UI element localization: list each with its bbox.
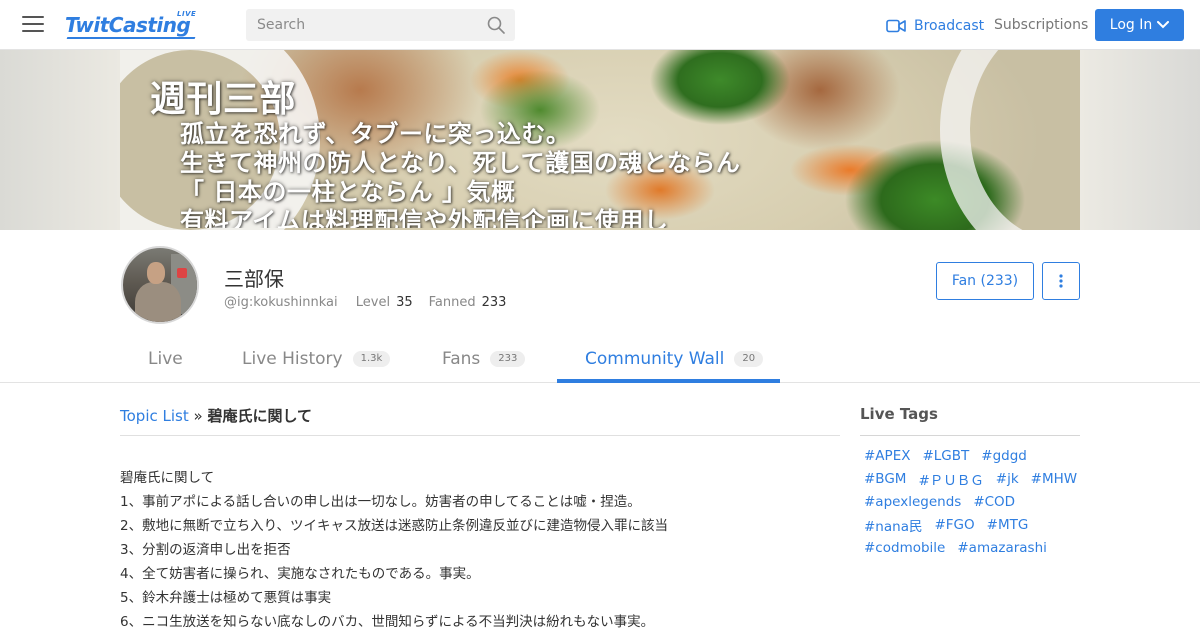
tab-label: Live History bbox=[242, 349, 343, 369]
profile-tabs: Live Live History 1.3k Fans 233 Communit… bbox=[0, 335, 1200, 383]
search-box bbox=[246, 9, 515, 41]
tab-count-badge: 20 bbox=[734, 351, 764, 367]
live-tag[interactable]: #BGM bbox=[864, 471, 906, 487]
post-line: 3、分割の返済申し出を拒否 bbox=[120, 542, 291, 558]
post-line: 碧庵氏に関して bbox=[120, 470, 215, 486]
tab-label: Fans bbox=[442, 349, 481, 369]
live-tag[interactable]: #ＰＵＢＧ bbox=[918, 469, 983, 489]
menu-icon[interactable] bbox=[22, 16, 44, 34]
breadcrumb: Topic List » 碧庵氏に関して bbox=[120, 405, 312, 426]
live-tag[interactable]: #jk bbox=[996, 471, 1019, 487]
tag-row: #apexlegends #COD bbox=[860, 490, 1080, 513]
level-value: 35 bbox=[396, 295, 413, 310]
login-button[interactable]: Log In bbox=[1095, 9, 1184, 41]
post-line: 1、事前アポによる話し合いの申し出は一切なし。妨害者の申してることは嘘・捏造。 bbox=[120, 494, 641, 510]
post-line: 4、全て妨害者に操られ、実施なされたものである。事実。 bbox=[120, 566, 480, 582]
live-tag[interactable]: #amazarashi bbox=[957, 540, 1047, 556]
profile-name: 三部保 bbox=[224, 267, 284, 291]
tag-row: #BGM #ＰＵＢＧ #jk #MHW bbox=[860, 467, 1080, 490]
live-tag[interactable]: #APEX bbox=[864, 448, 910, 464]
search-icon[interactable] bbox=[487, 16, 505, 34]
fan-button[interactable]: Fan (233) bbox=[936, 262, 1034, 300]
tag-row: #APEX #LGBT #gdgd bbox=[860, 444, 1080, 467]
topic-list-link[interactable]: Topic List bbox=[120, 407, 189, 425]
live-tag[interactable]: #gdgd bbox=[981, 448, 1027, 464]
level-label: Level bbox=[355, 295, 391, 310]
tab-label: Community Wall bbox=[585, 349, 725, 369]
vertical-ellipsis-icon bbox=[1059, 274, 1063, 288]
breadcrumb-current: 碧庵氏に関して bbox=[207, 407, 313, 425]
live-tags-heading: Live Tags bbox=[860, 405, 938, 423]
fanned-label: Fanned bbox=[428, 295, 476, 310]
tag-row: #nana民 #FGO #MTG bbox=[860, 513, 1080, 536]
live-tag[interactable]: #nana民 bbox=[864, 515, 922, 535]
post-line: 6、ニコ生放送を知らない底なしのバカ、世間知らずによる不当判決は紛れもない事実。 bbox=[120, 614, 655, 630]
tab-fans[interactable]: Fans 233 bbox=[442, 335, 526, 383]
avatar[interactable] bbox=[121, 246, 199, 324]
topic-post: 碧庵氏に関して 1、事前アポによる話し合いの申し出は一切なし。妨害者の申してるこ… bbox=[120, 466, 840, 630]
tab-community-wall[interactable]: Community Wall 20 bbox=[585, 335, 764, 383]
broadcast-label: Broadcast bbox=[914, 18, 985, 34]
video-camera-icon bbox=[886, 19, 906, 33]
banner-line: 有料アイムは料理配信や外配信企画に使用し bbox=[180, 207, 669, 235]
logo-text: TwitCasting bbox=[65, 13, 191, 37]
live-tags-list: #APEX #LGBT #gdgd #BGM #ＰＵＢＧ #jk #MHW #a… bbox=[860, 444, 1080, 559]
live-tag[interactable]: #FGO bbox=[934, 517, 974, 533]
tab-count-badge: 233 bbox=[490, 351, 526, 367]
tab-label: Live bbox=[148, 349, 183, 369]
post-line: 5、鈴木弁護士は極めて悪質は事実 bbox=[120, 590, 332, 606]
tab-live[interactable]: Live bbox=[148, 335, 183, 383]
login-label: Log In bbox=[1109, 17, 1153, 33]
live-tag[interactable]: #MHW bbox=[1031, 471, 1077, 487]
post-line: 2、敷地に無断で立ち入り、ツイキャス放送は迷惑防止条例違反並びに建造物侵入罪に該… bbox=[120, 518, 669, 534]
live-tag[interactable]: #apexlegends bbox=[864, 494, 961, 510]
plate-rim bbox=[940, 50, 1080, 230]
logo-underline bbox=[66, 37, 196, 39]
divider bbox=[120, 435, 840, 436]
divider bbox=[860, 435, 1080, 436]
tag-row: #codmobile #amazarashi bbox=[860, 536, 1080, 559]
profile-meta: @ig:kokushinnkai Level 35 Fanned 233 bbox=[224, 295, 522, 310]
live-tag[interactable]: #codmobile bbox=[864, 540, 945, 556]
more-options-button[interactable] bbox=[1042, 262, 1080, 300]
profile-handle: @ig:kokushinnkai bbox=[224, 295, 338, 310]
logo-live-label: LIVE bbox=[177, 10, 197, 18]
search-input[interactable] bbox=[246, 9, 476, 41]
broadcast-link[interactable]: Broadcast bbox=[886, 16, 984, 36]
banner-side-right bbox=[1080, 50, 1200, 230]
tab-count-badge: 1.3k bbox=[352, 351, 391, 367]
live-tag[interactable]: #MTG bbox=[987, 517, 1029, 533]
chevron-down-icon bbox=[1157, 21, 1170, 29]
tab-live-history[interactable]: Live History 1.3k bbox=[242, 335, 391, 383]
breadcrumb-separator: » bbox=[193, 407, 203, 425]
live-tag[interactable]: #COD bbox=[973, 494, 1015, 510]
live-tag[interactable]: #LGBT bbox=[922, 448, 969, 464]
top-header: TwitCasting LIVE Broadcast Subscriptions… bbox=[0, 0, 1200, 50]
active-tab-indicator bbox=[557, 379, 780, 383]
subscriptions-link[interactable]: Subscriptions bbox=[994, 17, 1088, 33]
banner-side-left bbox=[0, 50, 120, 230]
fanned-value: 233 bbox=[481, 295, 507, 310]
